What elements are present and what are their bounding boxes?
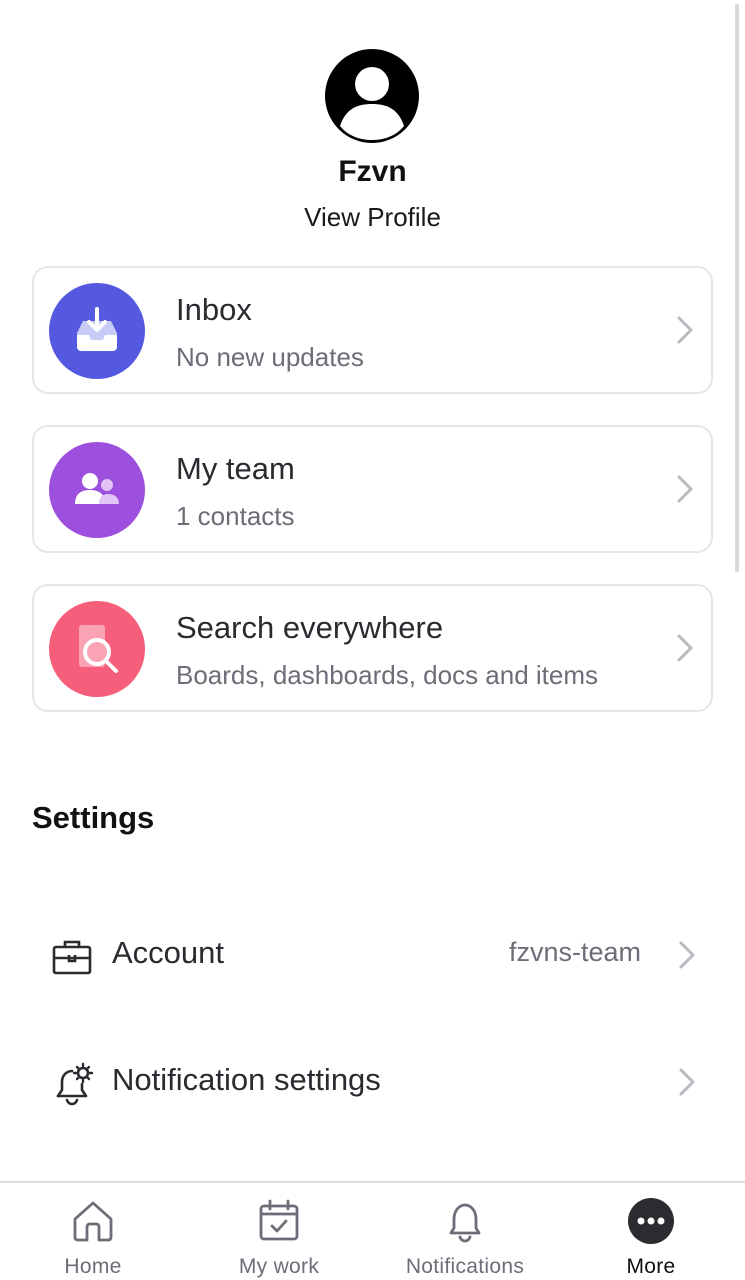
- search-everywhere-subtitle: Boards, dashboards, docs and items: [176, 660, 599, 690]
- tab-my-work[interactable]: My work: [186, 1183, 372, 1280]
- tab-notifications-label: Notifications: [405, 1255, 525, 1278]
- search-document-icon: [49, 601, 145, 697]
- bottom-tab-bar: Home My work Notifications More: [0, 1181, 745, 1280]
- chevron-right-icon: [679, 941, 695, 969]
- view-profile-link[interactable]: View Profile: [0, 202, 745, 233]
- notification-settings-row[interactable]: Notification settings: [32, 1038, 713, 1128]
- my-team-title: My team: [176, 451, 295, 486]
- profile-name: Fzvn: [338, 155, 407, 188]
- notification-settings-label: Notification settings: [112, 1062, 381, 1097]
- inbox-download-icon: [49, 283, 145, 379]
- my-team-card[interactable]: My team 1 contacts: [32, 425, 713, 553]
- bell-icon: [449, 1203, 481, 1243]
- inbox-card[interactable]: Inbox No new updates: [32, 266, 713, 394]
- briefcase-icon: [52, 940, 92, 975]
- account-value: fzvns-team: [508, 937, 641, 967]
- chevron-right-icon: [677, 634, 693, 662]
- chevron-right-icon: [679, 1068, 695, 1096]
- more-dots-icon: [628, 1198, 674, 1244]
- tab-more-label: More: [626, 1255, 676, 1278]
- tab-more[interactable]: More: [558, 1183, 744, 1280]
- search-everywhere-title: Search everywhere: [176, 610, 444, 645]
- settings-heading: Settings: [32, 800, 155, 835]
- inbox-title: Inbox: [176, 292, 252, 327]
- team-people-icon: [49, 442, 145, 538]
- tab-my-work-label: My work: [238, 1255, 320, 1278]
- tab-home-label: Home: [64, 1255, 122, 1278]
- calendar-check-icon: [259, 1199, 299, 1241]
- scrollbar[interactable]: [735, 4, 739, 572]
- chevron-right-icon: [677, 475, 693, 503]
- inbox-subtitle: No new updates: [176, 342, 364, 372]
- bell-gear-icon: [56, 1062, 94, 1106]
- tab-notifications[interactable]: Notifications: [372, 1183, 558, 1280]
- home-icon: [73, 1201, 113, 1242]
- chevron-right-icon: [677, 316, 693, 344]
- search-everywhere-card[interactable]: Search everywhere Boards, dashboards, do…: [32, 584, 713, 712]
- my-team-subtitle: 1 contacts: [176, 501, 295, 531]
- account-label: Account: [112, 935, 225, 970]
- tab-home[interactable]: Home: [0, 1183, 186, 1280]
- avatar[interactable]: [324, 48, 420, 144]
- account-row[interactable]: Account fzvns-team: [32, 911, 713, 1001]
